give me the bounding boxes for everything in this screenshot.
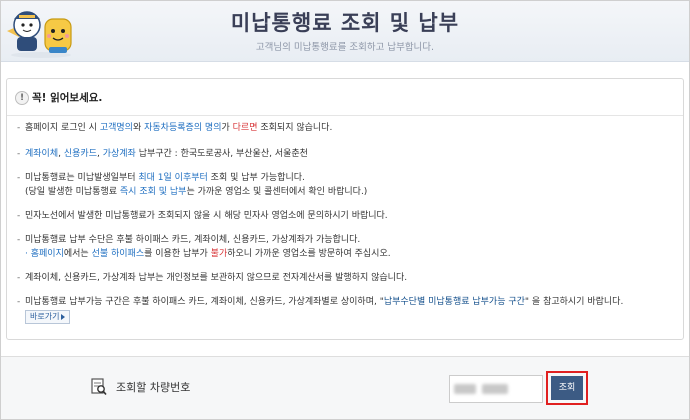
page-subtitle: 고객님의 미납통행료를 조회하고 납부합니다. <box>255 42 435 53</box>
highlight-immediate-lookup: 즉시 조회 및 납부 <box>119 187 187 197</box>
notice-title: 꼭! 읽어보세요. <box>32 92 103 104</box>
bullet: - <box>17 297 21 307</box>
sections-by-method-link[interactable]: 납부수단별 미납통행료 납부가능 구간 <box>384 297 525 307</box>
text: 미납통행료 납부 수단은 후불 하이패스 카드, 계좌이체, 신용카드, 가상계… <box>25 235 361 245</box>
bullet: - <box>17 235 21 245</box>
vehicle-number-label: 조회할 차량번호 <box>116 381 191 394</box>
notice-item-prepaid-hipass: · 홈페이지에서는 선불 하이패스를 이용한 납부가 불가하오니 가까운 영업소… <box>17 247 391 261</box>
text: 계좌이체, 신용카드, 가상계좌 납부는 개인정보를 보관하지 않으므로 전자계… <box>25 273 408 283</box>
text: 와 <box>132 123 145 133</box>
sub-bullet: · <box>25 249 28 259</box>
text: 미납통행료 납부가능 구간은 후불 하이패스 카드, 계좌이체, 신용카드, 가… <box>25 297 384 307</box>
notice-item-login-name: - 홈페이지 로그인 시 고객명의와 자동차등록증의 명의가 다르면 조회되지 않… <box>17 121 332 135</box>
text: 납부구간 : 한국도로공사, 부산울산, 서울춘천 <box>135 149 308 159</box>
text: 를 이용한 납부가 <box>144 249 211 259</box>
text: 조회 및 납부 가능합니다. <box>207 173 305 183</box>
bullet: - <box>17 123 21 133</box>
text: " 을 참고하시기 바랍니다. <box>524 297 624 307</box>
notice-item-private-road: - 민자노선에서 발생한 미납통행료가 조회되지 않을 시 해당 민자사 영업소에… <box>17 209 388 223</box>
info-icon: ! <box>15 91 29 105</box>
highlight-differs: 다르면 <box>232 123 258 133</box>
text: 는 가까운 영업소 및 콜센터에서 확인 바랍니다.) <box>186 187 368 197</box>
notice-item-lookup-timing: - 미납통행료는 미납발생일부터 최대 1일 이후부터 조회 및 납부 가능합니다… <box>17 171 305 185</box>
highlight-virtual-account: 가상계좌 <box>102 149 136 159</box>
highlight-prepaid-hipass: 선불 하이패스 <box>91 249 145 259</box>
page-title: 미납통행료 조회 및 납부 <box>230 11 460 35</box>
vehicle-search-bar: 조회할 차량번호 조회 <box>1 356 689 419</box>
page-header: 미납통행료 조회 및 납부 고객님의 미납통행료를 조회하고 납부합니다. <box>1 1 689 62</box>
vehicle-document-search-icon <box>91 378 107 396</box>
notice-item-payment-methods: - 미납통행료 납부 수단은 후불 하이패스 카드, 계좌이체, 신용카드, 가상… <box>17 233 360 247</box>
text: 하오니 가까운 영업소를 방문하여 주십시오. <box>227 249 391 259</box>
shortcut-label: 바로가기 <box>30 312 60 321</box>
text: 가 <box>221 123 233 133</box>
search-button[interactable]: 조회 <box>551 376 583 400</box>
highlight-max-one-day: 최대 1일 이후부터 <box>138 173 208 183</box>
blurred-plate-region <box>454 384 476 394</box>
text: 홈페이지 로그인 시 <box>25 123 100 133</box>
text: (당일 발생한 미납통행료 <box>25 187 120 197</box>
notice-item-payment-sections: - 계좌이체, 신용카드, 가상계좌 납부구간 : 한국도로공사, 부산울산, 서… <box>17 147 308 161</box>
search-button-highlight: 조회 <box>546 371 588 405</box>
play-arrow-icon <box>61 313 66 320</box>
notice-panel: ! 꼭! 읽어보세요. - 홈페이지 로그인 시 고객명의와 자동차등록증의 명의… <box>6 78 684 340</box>
highlight-bank-transfer: 계좌이체 <box>25 149 59 159</box>
text: 민자노선에서 발생한 미납통행료가 조회되지 않을 시 해당 민자사 영업소에 … <box>25 211 388 221</box>
highlight-customer-name: 고객명의 <box>99 123 133 133</box>
text: 에서는 <box>63 249 92 259</box>
text: 미납통행료는 미납발생일부터 <box>25 173 139 183</box>
highlight-homepage: 홈페이지 <box>30 249 64 259</box>
notice-item-sections-by-method: - 미납통행료 납부가능 구간은 후불 하이패스 카드, 계좌이체, 신용카드, … <box>17 295 623 309</box>
notice-more-row: 바로가기 <box>17 309 71 324</box>
blurred-plate-number <box>482 384 508 394</box>
bullet: - <box>17 273 21 283</box>
highlight-registration-name: 자동차등록증의 명의 <box>144 123 222 133</box>
bullet: - <box>17 173 21 183</box>
notice-header: ! 꼭! 읽어보세요. <box>7 79 683 116</box>
highlight-not-allowed: 불가 <box>210 249 228 259</box>
highlight-credit-card: 신용카드 <box>63 149 97 159</box>
text: 조회되지 않습니다. <box>257 123 333 133</box>
notice-item-lookup-timing-note: (당일 발생한 미납통행료 즉시 조회 및 납부는 가까운 영업소 및 콜센터에… <box>17 185 367 199</box>
bullet: - <box>17 149 21 159</box>
notice-item-e-invoice: - 계좌이체, 신용카드, 가상계좌 납부는 개인정보를 보관하지 않으므로 전자… <box>17 271 407 285</box>
bullet: - <box>17 211 21 221</box>
shortcut-button[interactable]: 바로가기 <box>25 310 71 324</box>
vehicle-number-input[interactable] <box>449 375 543 403</box>
